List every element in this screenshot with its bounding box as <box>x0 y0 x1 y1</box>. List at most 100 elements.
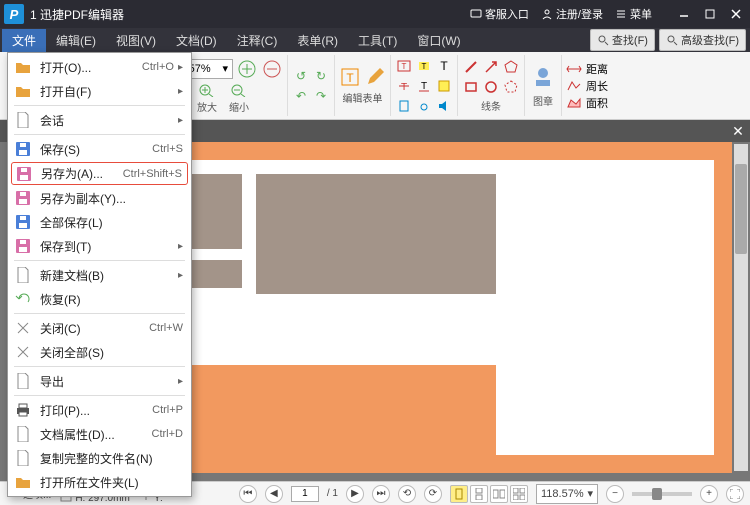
chevron-right-icon: ▸ <box>178 115 183 126</box>
zoom-slider-knob[interactable] <box>652 488 662 500</box>
menu-item-5[interactable]: 另存为副本(Y)... <box>8 186 191 210</box>
first-page-button[interactable]: ⏮ <box>239 485 257 503</box>
last-page-button[interactable]: ⏭ <box>372 485 390 503</box>
page-total: / 1 <box>327 488 338 499</box>
advanced-find-button[interactable]: 高级查找(F) <box>659 29 746 51</box>
zoom-out-icon[interactable] <box>230 83 248 97</box>
close-icon <box>730 8 742 20</box>
close-window-button[interactable] <box>726 5 746 23</box>
menu-item-0[interactable]: 打开(O)... Ctrl+O ▸ <box>8 55 191 79</box>
main-menu-button[interactable]: 菜单 <box>615 6 652 22</box>
menu-item-15[interactable]: 复制完整的文件名(N) <box>8 446 191 470</box>
sound-tool[interactable] <box>435 97 453 115</box>
menu-item-11[interactable]: 关闭全部(S) <box>8 340 191 364</box>
menu-tools[interactable]: 工具(T) <box>348 29 407 52</box>
stamp-tool[interactable] <box>529 63 557 91</box>
prev-page-button[interactable]: ◀ <box>265 485 283 503</box>
redo-tool[interactable]: ↷ <box>312 87 330 105</box>
line-tool[interactable] <box>462 58 480 76</box>
layout-cont-button[interactable] <box>470 485 488 503</box>
menu-item-6[interactable]: 全部保存(L) <box>8 210 191 234</box>
layout-facing-cont-button[interactable] <box>510 485 528 503</box>
zoom-in-icon[interactable] <box>198 83 216 97</box>
menu-item-1[interactable]: 打开自(F) ▸ <box>8 79 191 103</box>
hamburger-icon <box>615 8 627 20</box>
menu-item-3[interactable]: 保存(S) Ctrl+S <box>8 137 191 161</box>
rotate-left-tool[interactable]: ↺ <box>292 67 310 85</box>
pencil-tool[interactable] <box>364 66 386 88</box>
text-edit-tool[interactable]: T <box>339 66 361 88</box>
chevron-right-icon: ▸ <box>178 86 183 97</box>
rect-tool[interactable] <box>462 78 480 96</box>
tool-group-measure: 距离 周长 面积 <box>562 55 612 116</box>
zoom-in-button[interactable] <box>236 58 258 80</box>
menu-document[interactable]: 文档(D) <box>166 29 227 52</box>
menu-item-14[interactable]: 文档属性(D)... Ctrl+D <box>8 422 191 446</box>
status-zoom-in-button[interactable]: + <box>700 485 718 503</box>
area-tool[interactable]: 面积 <box>566 95 608 111</box>
scrollbar-thumb[interactable] <box>735 164 747 254</box>
zoom-out-button[interactable] <box>261 58 283 80</box>
menu-item-7[interactable]: 保存到(T) ▸ <box>8 234 191 258</box>
attach-tool[interactable] <box>395 97 413 115</box>
underline-tool[interactable]: T <box>415 77 433 95</box>
strikeout-tool[interactable]: T <box>395 77 413 95</box>
menu-item-shortcut: Ctrl+O <box>142 61 174 73</box>
menu-window[interactable]: 窗口(W) <box>407 29 470 52</box>
link-tool[interactable] <box>415 97 433 115</box>
menu-form[interactable]: 表单(R) <box>287 29 348 52</box>
next-page-button[interactable]: ▶ <box>346 485 364 503</box>
menu-file[interactable]: 文件 <box>2 29 46 52</box>
menu-edit[interactable]: 编辑(E) <box>46 29 106 52</box>
status-zoom-out-button[interactable]: − <box>606 485 624 503</box>
polygon-tool[interactable] <box>502 78 520 96</box>
menu-item-4[interactable]: 另存为(A)... Ctrl+Shift+S <box>11 162 188 185</box>
menu-item-9[interactable]: 恢复(R) <box>8 287 191 311</box>
prev-view-button[interactable]: ⟲ <box>398 485 416 503</box>
menu-separator <box>14 313 185 314</box>
svg-text:T: T <box>421 81 427 92</box>
pentagon-tool[interactable] <box>502 58 520 76</box>
arrow-tool[interactable] <box>482 58 500 76</box>
next-view-button[interactable]: ⟳ <box>424 485 442 503</box>
maximize-button[interactable] <box>700 5 720 23</box>
note-tool[interactable] <box>435 77 453 95</box>
perimeter-tool[interactable]: 周长 <box>566 78 608 94</box>
page-input[interactable] <box>291 486 319 502</box>
menu-separator <box>14 260 185 261</box>
minus-circle-icon <box>263 60 281 78</box>
textbox-tool[interactable]: T <box>395 57 413 75</box>
minimize-icon <box>678 8 690 20</box>
highlight-tool[interactable]: T <box>415 57 433 75</box>
customer-service-button[interactable]: 客服入口 <box>470 6 529 22</box>
menu-item-8[interactable]: 新建文档(B) ▸ <box>8 263 191 287</box>
minimize-button[interactable] <box>674 5 694 23</box>
menu-comment[interactable]: 注释(C) <box>227 29 288 52</box>
text-tool[interactable]: T <box>435 57 453 75</box>
rotate-right-tool[interactable]: ↻ <box>312 67 330 85</box>
menu-item-2[interactable]: 会话 ▸ <box>8 108 191 132</box>
close-tab-button[interactable]: ✕ <box>730 123 746 139</box>
menu-item-label: 关闭(C) <box>40 320 149 337</box>
menu-item-label: 恢复(R) <box>40 291 183 308</box>
layout-facing-button[interactable] <box>490 485 508 503</box>
menu-item-10[interactable]: 关闭(C) Ctrl+W <box>8 316 191 340</box>
find-button[interactable]: 查找(F) <box>590 29 655 51</box>
vertical-scrollbar[interactable] <box>734 144 748 471</box>
distance-tool[interactable]: 距离 <box>566 61 608 77</box>
menu-item-16[interactable]: 打开所在文件夹(L) <box>8 470 191 494</box>
circle-tool[interactable] <box>482 78 500 96</box>
layout-facing-icon <box>493 488 505 500</box>
plus-icon: + <box>706 488 712 499</box>
login-button[interactable]: 注册/登录 <box>541 6 603 22</box>
fullscreen-button[interactable] <box>726 485 744 503</box>
menu-view[interactable]: 视图(V) <box>106 29 166 52</box>
menu-item-13[interactable]: 打印(P)... Ctrl+P <box>8 398 191 422</box>
layout-single-button[interactable] <box>450 485 468 503</box>
undo-icon <box>14 290 32 308</box>
status-zoom-dropdown[interactable]: 118.57% ▾ <box>536 484 598 504</box>
menu-item-12[interactable]: 导出 ▸ <box>8 369 191 393</box>
zoom-slider[interactable] <box>632 492 692 496</box>
tool-group-stamp: 图章 <box>525 55 562 116</box>
undo-tool[interactable]: ↶ <box>292 87 310 105</box>
